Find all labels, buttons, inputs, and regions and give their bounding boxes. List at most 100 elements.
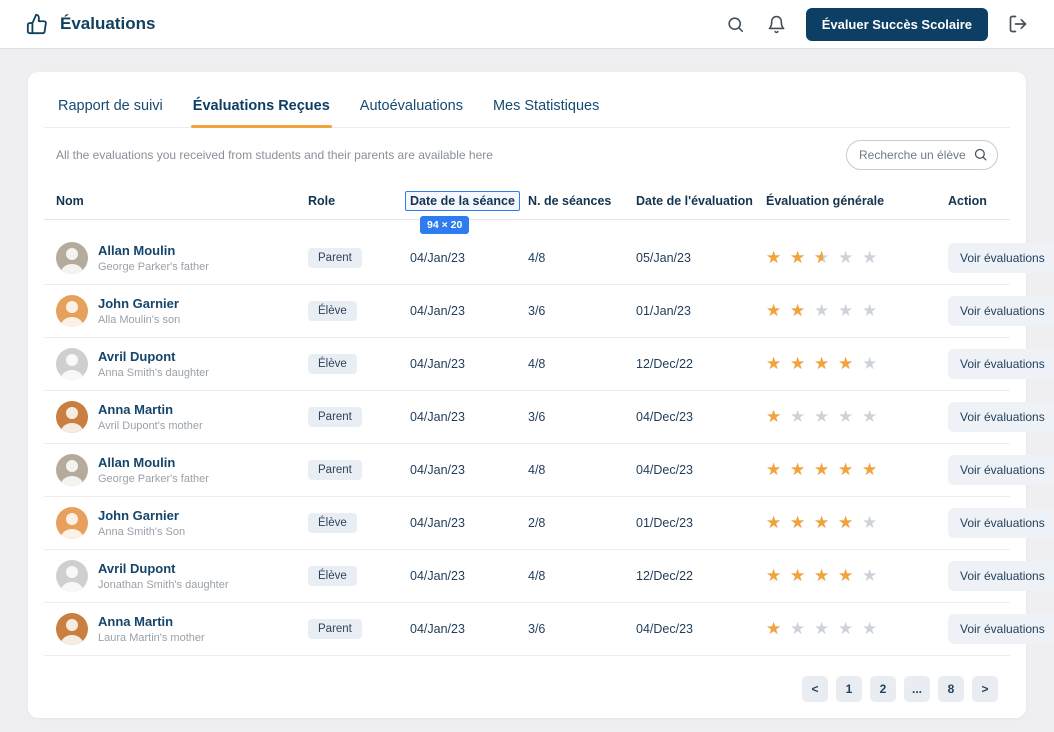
avatar xyxy=(56,613,88,645)
star-icon: ★★ xyxy=(790,461,808,479)
tab-evaluations-recues[interactable]: Évaluations Reçues xyxy=(190,90,332,128)
page-ellipsis-button[interactable]: ... xyxy=(904,676,930,702)
student-name: Avril Dupont xyxy=(98,349,176,365)
search-icon xyxy=(728,16,743,32)
star-icon: ★★ xyxy=(790,249,808,267)
table-row: John Garnier Alla Moulin's son Élève 04/Jan… xyxy=(44,285,1054,338)
star-empty-glyph: ★ xyxy=(838,301,854,320)
student-identity: Allan Moulin George Parker's father xyxy=(98,243,209,273)
star-empty-glyph: ★ xyxy=(790,619,806,638)
role-badge: Parent xyxy=(308,407,362,427)
description-text: All the evaluations you received from st… xyxy=(56,148,493,162)
tab-mes-statistiques[interactable]: Mes Statistiques xyxy=(491,90,601,127)
star-icon: ★★ xyxy=(814,355,832,373)
star-icon: ★★ xyxy=(766,355,784,373)
rating-stars: ★★★★★★★★★★ xyxy=(766,461,948,479)
role-cell: Parent xyxy=(308,460,410,480)
role-cell: Élève xyxy=(308,513,410,533)
role-badge: Élève xyxy=(308,513,357,533)
view-evaluations-button[interactable]: Voir évaluations xyxy=(948,455,1054,485)
student-identity: Allan Moulin George Parker's father xyxy=(98,455,209,485)
action-cell: Voir évaluations xyxy=(948,455,1054,485)
view-evaluations-button[interactable]: Voir évaluations xyxy=(948,561,1054,591)
action-cell: Voir évaluations xyxy=(948,243,1054,273)
star-icon: ★★ xyxy=(862,249,880,267)
avatar xyxy=(56,507,88,539)
star-fill-glyph: ★ xyxy=(766,249,782,267)
column-header-nom: Nom xyxy=(56,193,84,208)
notifications-button[interactable] xyxy=(765,13,788,36)
table-row: Anna Martin Avril Dupont's mother Parent 04… xyxy=(44,391,1054,444)
student-relation: Anna Smith's daughter xyxy=(98,366,209,379)
table-row: Allan Moulin George Parker's father Parent… xyxy=(44,232,1054,285)
page-next-button[interactable]: > xyxy=(972,676,998,702)
session-date: 04/Jan/23 xyxy=(410,463,465,477)
tab-rapport-de-suivi[interactable]: Rapport de suivi xyxy=(56,90,165,127)
star-icon: ★★ xyxy=(790,302,808,320)
role-cell: Parent xyxy=(308,248,410,268)
star-icon: ★★ xyxy=(766,567,784,585)
star-icon: ★★ xyxy=(766,620,784,638)
star-icon: ★★ xyxy=(838,302,856,320)
view-evaluations-button[interactable]: Voir évaluations xyxy=(948,614,1054,644)
rating-stars: ★★★★★★★★★★ xyxy=(766,514,948,532)
student-cell: Anna Martin Avril Dupont's mother xyxy=(56,401,308,433)
view-evaluations-button[interactable]: Voir évaluations xyxy=(948,296,1054,326)
student-search xyxy=(846,140,998,170)
measurement-size-badge: 94 × 20 xyxy=(420,215,470,234)
star-empty-glyph: ★ xyxy=(814,301,830,320)
star-fill-glyph: ★ xyxy=(790,302,806,320)
header-actions: Évaluer Succès Scolaire xyxy=(724,7,1030,41)
star-fill-glyph: ★ xyxy=(766,302,782,320)
table-subheader: All the evaluations you received from st… xyxy=(44,128,1010,182)
star-icon: ★★ xyxy=(790,408,808,426)
page-1-button[interactable]: 1 xyxy=(836,676,862,702)
student-name: Avril Dupont xyxy=(98,561,176,577)
star-empty-glyph: ★ xyxy=(814,619,830,638)
star-icon: ★★ xyxy=(862,567,880,585)
view-evaluations-button[interactable]: Voir évaluations xyxy=(948,508,1054,538)
view-evaluations-button[interactable]: Voir évaluations xyxy=(948,349,1054,379)
avatar xyxy=(56,401,88,433)
person-avatar-icon xyxy=(60,248,84,274)
person-avatar-icon xyxy=(60,354,84,380)
star-icon: ★★ xyxy=(862,461,880,479)
page-2-button[interactable]: 2 xyxy=(870,676,896,702)
student-relation: Anna Smith's Son xyxy=(98,525,186,538)
star-empty-glyph: ★ xyxy=(862,619,878,638)
role-cell: Élève xyxy=(308,566,410,586)
star-fill-glyph: ★ xyxy=(814,355,830,373)
session-date: 04/Jan/23 xyxy=(410,516,465,530)
star-empty-glyph: ★ xyxy=(838,407,854,426)
star-icon: ★★ xyxy=(814,461,832,479)
evaluation-date: 12/Dec/22 xyxy=(636,569,693,583)
student-name: Allan Moulin xyxy=(98,455,176,471)
student-cell: Avril Dupont Anna Smith's daughter xyxy=(56,348,308,380)
star-icon: ★★ xyxy=(862,408,880,426)
student-identity: Avril Dupont Jonathan Smith's daughter xyxy=(98,561,229,591)
action-cell: Voir évaluations xyxy=(948,349,1054,379)
logout-button[interactable] xyxy=(1006,12,1030,36)
session-date: 04/Jan/23 xyxy=(410,251,465,265)
student-identity: John Garnier Alla Moulin's son xyxy=(98,296,180,326)
sessions-count: 3/6 xyxy=(528,622,546,636)
view-evaluations-button[interactable]: Voir évaluations xyxy=(948,402,1054,432)
evaluate-succes-scolaire-button[interactable]: Évaluer Succès Scolaire xyxy=(805,7,988,41)
search-button[interactable] xyxy=(724,13,747,36)
star-fill-glyph: ★ xyxy=(838,514,854,532)
student-identity: John Garnier Anna Smith's Son xyxy=(98,508,185,538)
evaluation-date: 05/Jan/23 xyxy=(636,251,691,265)
rating-stars: ★★★★★★★★★★ xyxy=(766,249,948,267)
view-evaluations-button[interactable]: Voir évaluations xyxy=(948,243,1054,273)
page-8-button[interactable]: 8 xyxy=(938,676,964,702)
student-search-input[interactable] xyxy=(846,140,998,170)
student-name: John Garnier xyxy=(98,296,179,312)
tab-autoevaluations[interactable]: Autoévaluations xyxy=(358,90,465,127)
page-prev-button[interactable]: < xyxy=(802,676,828,702)
action-cell: Voir évaluations xyxy=(948,296,1054,326)
logout-icon xyxy=(1009,15,1027,33)
role-cell: Parent xyxy=(308,407,410,427)
sessions-count: 4/8 xyxy=(528,357,546,371)
sessions-count: 3/6 xyxy=(528,410,546,424)
star-fill-glyph: ★ xyxy=(766,355,782,373)
